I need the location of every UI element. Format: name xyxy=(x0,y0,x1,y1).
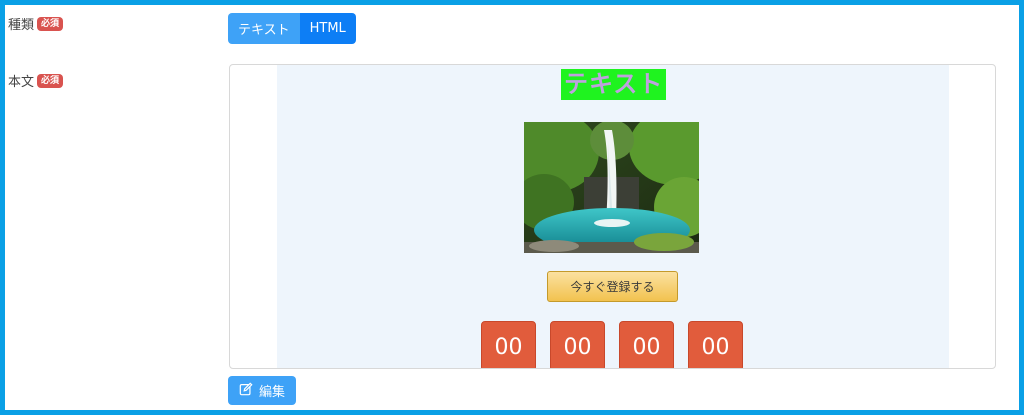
countdown-hours: 00 xyxy=(550,321,605,368)
countdown-minutes: 00 xyxy=(619,321,674,368)
html-body-editor[interactable]: テキスト 今すぐ登録する 00 00 00 00 xyxy=(229,64,996,369)
type-option-html[interactable]: HTML xyxy=(299,13,356,44)
countdown-days: 00 xyxy=(481,321,536,368)
pencil-square-icon xyxy=(239,381,253,400)
required-badge: 必須 xyxy=(37,16,64,31)
waterfall-image xyxy=(524,122,699,253)
preview-heading: テキスト xyxy=(561,69,667,100)
countdown-seconds: 00 xyxy=(688,321,743,368)
form-panel: 種類 必須 テキスト HTML 本文 必須 テキスト 今すぐ登録する 00 00… xyxy=(5,5,1019,410)
html-preview: テキスト 今すぐ登録する 00 00 00 00 xyxy=(277,65,949,368)
type-label-text: 種類 xyxy=(8,18,35,33)
type-option-text[interactable]: テキスト xyxy=(228,13,300,44)
body-label-text: 本文 xyxy=(8,75,35,90)
body-field-label: 本文 必須 xyxy=(8,71,64,90)
edit-button[interactable]: 編集 xyxy=(228,376,297,405)
edit-button-label: 編集 xyxy=(259,385,286,400)
register-now-button[interactable]: 今すぐ登録する xyxy=(547,271,678,302)
countdown-timer: 00 00 00 00 xyxy=(481,321,743,368)
required-badge: 必須 xyxy=(37,73,64,88)
type-toggle-group: テキスト HTML xyxy=(228,13,356,44)
type-field-label: 種類 必須 xyxy=(8,14,64,33)
